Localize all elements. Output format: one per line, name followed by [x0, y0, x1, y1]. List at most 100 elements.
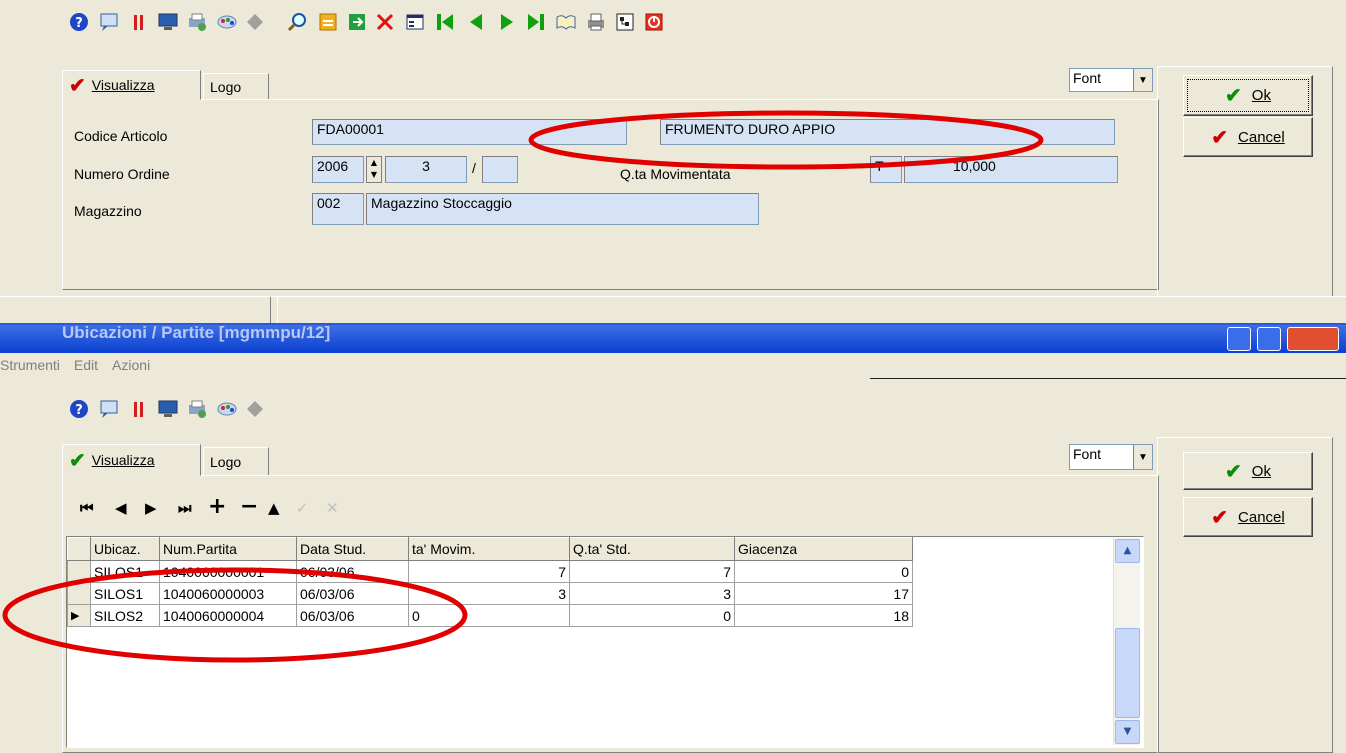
col-giacenza[interactable]: Giacenza — [734, 537, 913, 561]
data-grid: Ubicaz. Num.Partita Data Stud. ta' Movim… — [67, 537, 913, 627]
anno-field[interactable]: 2006 — [312, 156, 364, 183]
nav-next-icon[interactable]: ▶ — [145, 499, 157, 517]
close-icon[interactable] — [1287, 327, 1339, 351]
nav-last-icon[interactable]: ⏭ — [178, 499, 192, 517]
help-icon[interactable]: ? — [68, 11, 90, 33]
tab-visualizza[interactable]: ✔ Visualizza — [62, 70, 201, 100]
menu-edit[interactable]: Edit — [74, 357, 98, 373]
qta-field[interactable]: 10,000 — [904, 156, 1118, 183]
preview-icon[interactable] — [99, 11, 121, 33]
cell-num-partita[interactable]: 1040060000001 — [159, 560, 297, 583]
search-icon[interactable] — [287, 11, 309, 33]
cell-qta-movim[interactable]: 7 — [408, 560, 570, 583]
nav-prev-icon[interactable]: ◀ — [115, 499, 127, 517]
codice-field[interactable]: FDA00001 — [312, 119, 627, 145]
palette-icon[interactable] — [216, 398, 238, 420]
exit-icon[interactable] — [643, 11, 665, 33]
anno-spinner[interactable]: ▲ ▼ — [366, 156, 382, 183]
tree-icon[interactable] — [614, 11, 636, 33]
prev-icon[interactable] — [465, 11, 487, 33]
delete-icon[interactable] — [374, 11, 396, 33]
cell-giacenza[interactable]: 17 — [734, 582, 913, 605]
col-ubicaz[interactable]: Ubicaz. — [90, 537, 160, 561]
font-select-bottom[interactable]: Font ▼ — [1069, 444, 1153, 470]
scroll-thumb[interactable] — [1115, 628, 1140, 718]
scroll-down-icon[interactable]: ▼ — [1115, 720, 1140, 744]
suffix-field[interactable] — [482, 156, 518, 183]
monitor-icon[interactable] — [157, 398, 179, 420]
menu-strumenti[interactable]: Strumenti — [0, 357, 60, 373]
cell-data-stud[interactable]: 06/03/06 — [296, 560, 409, 583]
split-icon[interactable] — [128, 398, 150, 420]
monitor-icon[interactable] — [157, 11, 179, 33]
cell-qta-movim[interactable]: 0 — [408, 604, 570, 627]
tab-logo-bottom[interactable]: Logo — [203, 447, 269, 475]
palette-icon[interactable] — [216, 11, 238, 33]
ok-button-bottom[interactable]: ✔ Ok — [1183, 452, 1313, 490]
table-row[interactable]: SILOS1 1040060000001 06/03/06 7 7 0 — [67, 560, 913, 583]
menu-bar: Strumenti Edit Azioni — [0, 357, 150, 373]
tab-visualizza-bottom[interactable]: ✔ Visualizza — [62, 444, 201, 476]
split-icon[interactable] — [128, 11, 150, 33]
chevron-down-icon: ▼ — [1133, 69, 1152, 91]
book-icon[interactable] — [555, 11, 577, 33]
open-icon[interactable] — [317, 11, 339, 33]
cell-data-stud[interactable]: 06/03/06 — [296, 604, 409, 627]
font-select[interactable]: Font ▼ — [1069, 68, 1153, 92]
row-indicator — [67, 582, 91, 605]
window-title: Ubicazioni / Partite [mgmmpu/12] — [62, 323, 331, 342]
grid-scrollbar[interactable]: ▲ ▼ — [1113, 538, 1140, 745]
nav-edit-icon[interactable]: ▲ — [268, 499, 280, 517]
magazzino-code-field[interactable]: 002 — [312, 193, 364, 225]
cell-num-partita[interactable]: 1040060000003 — [159, 582, 297, 605]
descrizione-field[interactable]: FRUMENTO DURO APPIO — [660, 119, 1115, 145]
cell-ubicaz[interactable]: SILOS1 — [90, 560, 160, 583]
col-data-stud[interactable]: Data Stud. — [296, 537, 409, 561]
cancel-button[interactable]: ✔ Cancel — [1183, 117, 1313, 157]
last-icon[interactable] — [525, 11, 547, 33]
export-icon[interactable] — [346, 11, 368, 33]
table-row[interactable]: SILOS1 1040060000003 06/03/06 3 3 17 — [67, 582, 913, 605]
tab-visualizza-bottom-label: Visualizza — [91, 452, 155, 468]
unit-field[interactable]: T — [870, 156, 902, 183]
nav-delete-icon[interactable]: − — [240, 494, 258, 519]
col-qta-std[interactable]: Q.ta' Std. — [569, 537, 735, 561]
print-preview-icon[interactable] — [186, 398, 208, 420]
cell-qta-movim[interactable]: 3 — [408, 582, 570, 605]
preview-icon[interactable] — [99, 398, 121, 420]
help-icon[interactable]: ? — [68, 398, 90, 420]
print-preview-icon[interactable] — [186, 11, 208, 33]
table-row[interactable]: ▶ SILOS2 1040060000004 06/03/06 0 0 18 — [67, 604, 913, 627]
first-icon[interactable] — [434, 11, 456, 33]
minimize-icon[interactable] — [1227, 327, 1251, 351]
cell-giacenza[interactable]: 0 — [734, 560, 913, 583]
nav-insert-icon[interactable]: + — [208, 494, 226, 519]
next-icon[interactable] — [496, 11, 518, 33]
cell-qta-std[interactable]: 3 — [569, 582, 735, 605]
cell-qta-std[interactable]: 0 — [569, 604, 735, 627]
cell-ubicaz[interactable]: SILOS2 — [90, 604, 160, 627]
diamond-icon[interactable] — [244, 398, 266, 420]
menu-azioni[interactable]: Azioni — [112, 357, 150, 373]
maximize-icon[interactable] — [1257, 327, 1281, 351]
scroll-up-icon[interactable]: ▲ — [1115, 539, 1140, 563]
menu-divider — [870, 378, 1346, 379]
form-icon[interactable] — [404, 11, 426, 33]
cell-giacenza[interactable]: 18 — [734, 604, 913, 627]
window-titlebar[interactable]: Ubicazioni / Partite [mgmmpu/12] — [0, 323, 1346, 353]
magazzino-name-field[interactable]: Magazzino Stoccaggio — [366, 193, 759, 225]
cancel-button-bottom[interactable]: ✔ Cancel — [1183, 497, 1313, 537]
nav-first-icon[interactable]: ⏮ — [80, 499, 94, 517]
cell-ubicaz[interactable]: SILOS1 — [90, 582, 160, 605]
cell-num-partita[interactable]: 1040060000004 — [159, 604, 297, 627]
ok-button[interactable]: ✔ Ok — [1183, 75, 1313, 116]
tab-logo[interactable]: Logo — [203, 73, 269, 99]
ordine-label: Numero Ordine — [74, 166, 170, 182]
col-qta-movim[interactable]: ta' Movim. — [408, 537, 570, 561]
col-num-partita[interactable]: Num.Partita — [159, 537, 297, 561]
printer-icon[interactable] — [585, 11, 607, 33]
cell-data-stud[interactable]: 06/03/06 — [296, 582, 409, 605]
numero-field[interactable]: 3 — [385, 156, 467, 183]
cell-qta-std[interactable]: 7 — [569, 560, 735, 583]
diamond-icon[interactable] — [244, 11, 266, 33]
